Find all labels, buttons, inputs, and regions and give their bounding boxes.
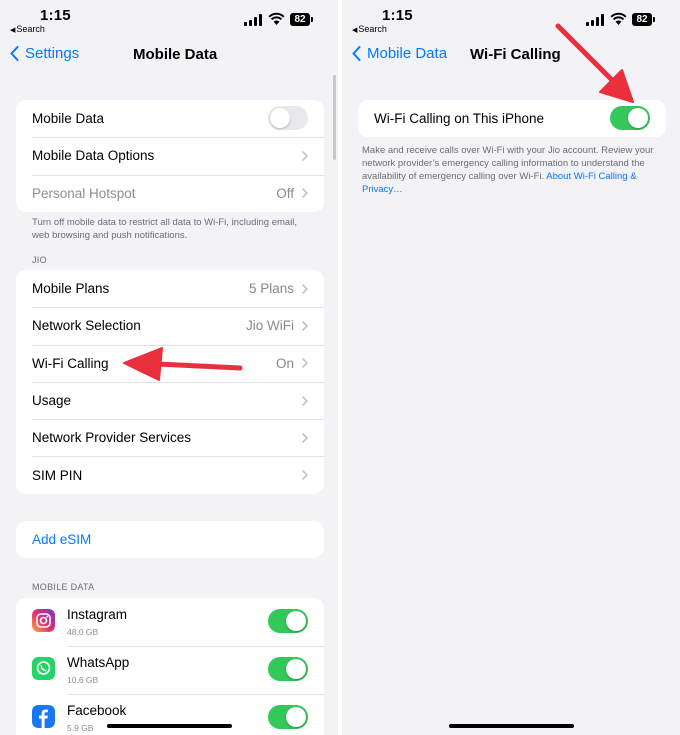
mobile-data-settings-group: Mobile Data Mobile Data Options Personal… <box>16 100 324 212</box>
toggle-knob <box>286 659 306 679</box>
sim-pin-row[interactable]: SIM PIN <box>16 456 324 493</box>
network-selection-value: Jio WiFi <box>246 318 294 334</box>
status-bar: 1:15 ◀Search 82 <box>0 0 338 40</box>
app-usage-list: Instagram 48.0 GB WhatsApp 10.6 GB Faceb… <box>16 598 324 735</box>
whatsapp-toggle[interactable] <box>268 657 308 681</box>
network-selection-row[interactable]: Network Selection Jio WiFi <box>16 307 324 344</box>
app-name: Facebook <box>67 703 127 718</box>
battery-nub <box>311 17 313 22</box>
personal-hotspot-value: Off <box>276 185 294 201</box>
navigation-bar: Settings Mobile Data <box>0 40 338 70</box>
chevron-right-icon <box>302 151 308 161</box>
mobile-data-options-label: Mobile Data Options <box>32 148 155 164</box>
annotation-arrow-down <box>555 23 634 103</box>
back-to-search-label: Search <box>16 24 45 34</box>
back-to-search-label: Search <box>358 24 387 34</box>
wifi-calling-value: On <box>275 355 294 371</box>
toggle-knob <box>628 108 648 128</box>
mobile-data-row[interactable]: Mobile Data <box>16 100 324 137</box>
right-screen: 1:15 ◀Search 82 Mobile Data Wi-Fi Callin… <box>342 0 680 735</box>
back-button[interactable]: Mobile Data <box>352 45 447 62</box>
back-to-search-link[interactable]: ◀Search <box>10 24 45 34</box>
back-button-label: Mobile Data <box>367 45 448 62</box>
mobile-data-section-header: MOBILE DATA <box>32 582 95 592</box>
annotation-arrow-left <box>123 347 243 381</box>
left-screen: 1:15 ◀Search 82 Settings Mobile Data Mob… <box>0 0 338 735</box>
battery-nub <box>653 17 655 22</box>
chevron-right-icon <box>302 433 308 443</box>
back-button[interactable]: Settings <box>10 45 79 62</box>
page-title: Mobile Data <box>133 46 218 63</box>
network-provider-services-label: Network Provider Services <box>32 430 192 446</box>
whatsapp-icon <box>32 657 55 680</box>
jio-section-header: JIO <box>32 255 47 265</box>
chevron-right-icon <box>302 283 308 294</box>
facebook-toggle[interactable] <box>268 705 308 729</box>
app-data-size: 10.6 GB <box>67 675 99 685</box>
chevron-left-icon <box>352 46 361 61</box>
mobile-plans-row[interactable]: Mobile Plans 5 Plans <box>16 270 324 307</box>
home-indicator[interactable] <box>449 724 574 728</box>
battery-icon: 82 <box>290 13 310 26</box>
status-time: 1:15 <box>382 7 413 24</box>
back-to-search-link[interactable]: ◀Search <box>352 24 387 34</box>
scrollbar[interactable] <box>333 75 336 160</box>
status-time: 1:15 <box>40 7 71 24</box>
add-esim-label: Add eSIM <box>32 532 92 547</box>
app-name: Instagram <box>67 607 128 622</box>
chevron-right-icon <box>302 321 308 331</box>
mobile-plans-label: Mobile Plans <box>32 281 110 297</box>
toggle-knob <box>270 108 290 128</box>
wifi-calling-label: Wi-Fi Calling <box>32 355 109 371</box>
usage-label: Usage <box>32 393 72 409</box>
mobile-data-footnote: Turn off mobile data to restrict all dat… <box>32 217 298 241</box>
app-row-whatsapp: WhatsApp 10.6 GB <box>16 646 324 694</box>
network-selection-label: Network Selection <box>32 318 141 334</box>
back-button-label: Settings <box>25 45 80 62</box>
cellular-signal-icon <box>244 14 262 26</box>
mobile-data-label: Mobile Data <box>32 111 105 127</box>
sim-pin-label: SIM PIN <box>32 467 83 483</box>
chevron-right-icon <box>302 188 308 199</box>
wifi-calling-iphone-label: Wi-Fi Calling on This iPhone <box>374 111 545 126</box>
toggle-knob <box>286 707 306 727</box>
mobile-data-options-row[interactable]: Mobile Data Options <box>16 137 324 174</box>
wifi-calling-footnote: Make and receive calls over Wi-Fi with y… <box>362 144 662 196</box>
chevron-right-icon <box>302 470 308 480</box>
facebook-icon <box>32 705 55 728</box>
app-name: WhatsApp <box>67 655 130 670</box>
usage-row[interactable]: Usage <box>16 381 324 419</box>
personal-hotspot-row[interactable]: Personal Hotspot Off <box>16 174 324 212</box>
app-data-size: 48.0 GB <box>67 627 99 637</box>
instagram-icon <box>32 609 55 632</box>
app-row-instagram: Instagram 48.0 GB <box>16 598 324 646</box>
wifi-icon <box>268 12 285 25</box>
page-title: Wi-Fi Calling <box>470 46 561 63</box>
personal-hotspot-label: Personal Hotspot <box>32 185 136 201</box>
chevron-left-icon <box>10 46 19 61</box>
network-provider-services-row[interactable]: Network Provider Services <box>16 419 324 456</box>
home-indicator[interactable] <box>107 724 232 728</box>
instagram-toggle[interactable] <box>268 609 308 633</box>
mobile-plans-value: 5 Plans <box>248 281 294 297</box>
chevron-right-icon <box>302 395 308 406</box>
app-data-size: 5.9 GB <box>67 723 94 733</box>
toggle-knob <box>286 611 306 631</box>
add-esim-group: Add eSIM <box>16 521 324 558</box>
app-row-facebook: Facebook 5.9 GB <box>16 694 324 735</box>
add-esim-button[interactable]: Add eSIM <box>16 521 324 558</box>
mobile-data-toggle[interactable] <box>268 106 308 130</box>
chevron-right-icon <box>302 358 308 369</box>
